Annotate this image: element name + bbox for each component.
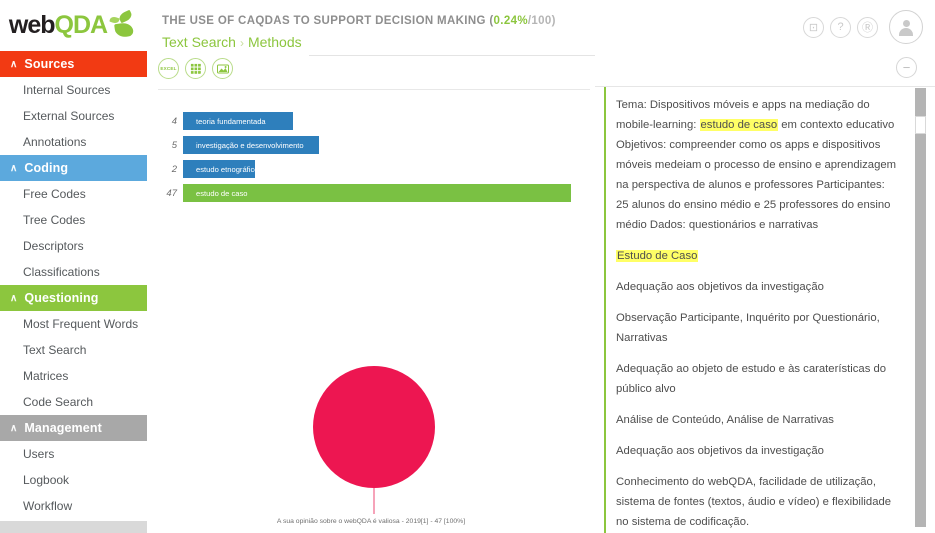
breadcrumb-item-methods[interactable]: Methods — [248, 34, 302, 50]
opinion-bubble-chart: A sua opinião sobre o webQDA é valiosa -… — [147, 246, 590, 533]
highlighted-term: estudo de caso — [699, 119, 779, 131]
paragraph-text-post: em contexto educativo Objetivos: compree… — [616, 119, 897, 231]
sidebar-item-most-frequent-words[interactable]: Most Frequent Words — [0, 311, 147, 337]
sidebar-footer-bar — [0, 521, 147, 533]
sidebar-section-management[interactable]: ∧ Management — [0, 415, 147, 441]
info-person-icon[interactable]: Ⓡ — [857, 16, 878, 38]
page-title-text: THE USE OF CAQDAS TO SUPPORT DECISION MA… — [162, 15, 494, 27]
sidebar-section-label: Coding — [24, 161, 69, 175]
sidebar-section-coding[interactable]: ∧ Coding — [0, 155, 147, 181]
sidebar-navigation: ∧ Sources Internal Sources External Sour… — [0, 51, 147, 533]
sidebar-item-matrices[interactable]: Matrices — [0, 363, 147, 389]
sidebar-section-label: Management — [24, 421, 102, 435]
chevron-up-icon: ∧ — [10, 162, 18, 174]
chart-toolbar: EXCEL — [158, 58, 233, 79]
panel-paragraph: Conhecimento do webQDA, facilidade de ut… — [616, 476, 892, 528]
bar-row[interactable]: 4 teoria fundamentada — [147, 112, 590, 130]
sidebar-item-descriptors[interactable]: Descriptors — [0, 233, 147, 259]
sidebar-item-users[interactable]: Users — [0, 441, 147, 467]
header-icon-group: ⊡ ? Ⓡ — [803, 10, 923, 44]
bubble-point[interactable] — [313, 366, 435, 488]
sidebar-item-classifications[interactable]: Classifications — [0, 259, 147, 285]
methods-bar-chart: 4 teoria fundamentada 5 investigação e d… — [147, 112, 590, 208]
sidebar-item-tree-codes[interactable]: Tree Codes — [0, 207, 147, 233]
sidebar-item-text-search[interactable]: Text Search — [0, 337, 147, 363]
sidebar-item-internal-sources[interactable]: Internal Sources — [0, 77, 147, 103]
panel-paragraph: Análise de Conteúdo, Análise de Narrativ… — [616, 414, 834, 426]
bar-row[interactable]: 47 estudo de caso — [147, 184, 590, 202]
progress-total: /100) — [527, 15, 556, 27]
sidebar-section-sources[interactable]: ∧ Sources — [0, 51, 147, 77]
user-avatar[interactable] — [889, 10, 923, 44]
scrollbar-thumb[interactable] — [915, 116, 926, 134]
sidebar-section-label: Sources — [24, 57, 75, 71]
app-logo[interactable]: webQDA — [0, 0, 147, 51]
application-window: webQDA THE USE OF CAQDAS TO SUPPORT DECI… — [0, 0, 935, 533]
leaf-icon — [108, 9, 138, 40]
bar[interactable]: estudo etnográfico — [183, 160, 259, 178]
table-view-button[interactable] — [185, 58, 206, 79]
panel-scrollbar[interactable] — [915, 88, 926, 527]
help-icon[interactable]: ? — [830, 16, 851, 38]
bar[interactable]: teoria fundamentada — [183, 112, 293, 130]
sidebar-item-external-sources[interactable]: External Sources — [0, 103, 147, 129]
export-excel-button[interactable]: EXCEL — [158, 58, 179, 79]
minimize-panel-button[interactable]: − — [896, 57, 917, 78]
bar-value: 5 — [171, 139, 177, 151]
page-title: THE USE OF CAQDAS TO SUPPORT DECISION MA… — [162, 15, 556, 27]
export-image-button[interactable] — [212, 58, 233, 79]
highlighted-term: Estudo de Caso — [616, 250, 699, 262]
grid-icon — [190, 63, 201, 74]
logo-wordmark: webQDA — [8, 11, 109, 39]
bar-value: 4 — [171, 115, 177, 127]
avatar-person-icon — [897, 18, 915, 36]
breadcrumb: Text Search › Methods — [162, 34, 302, 50]
sidebar-item-code-search[interactable]: Code Search — [0, 389, 147, 415]
bar-label: estudo de caso — [196, 188, 248, 198]
bar-row[interactable]: 2 estudo etnográfico — [147, 160, 590, 178]
panel-paragraph: Adequação ao objeto de estudo e às carat… — [616, 363, 887, 395]
toolbar-divider — [158, 89, 590, 90]
source-detail-panel: − Tema: Dispositivos móveis e apps na me… — [595, 51, 935, 533]
bubble-stem — [373, 488, 375, 514]
bar-label: investigação e desenvolvimento — [196, 140, 304, 150]
top-header: THE USE OF CAQDAS TO SUPPORT DECISION MA… — [147, 0, 935, 56]
progress-percent: 0.24% — [493, 15, 528, 27]
panel-paragraph: Estudo de Caso — [616, 246, 898, 266]
bar[interactable]: investigação e desenvolvimento — [183, 136, 319, 154]
panel-content: Tema: Dispositivos móveis e apps na medi… — [604, 87, 908, 533]
bar-row[interactable]: 5 investigação e desenvolvimento — [147, 136, 590, 154]
bar[interactable]: estudo de caso — [183, 184, 571, 202]
chevron-up-icon: ∧ — [10, 292, 18, 304]
chevron-up-icon: ∧ — [10, 422, 18, 434]
sidebar-item-logbook[interactable]: Logbook — [0, 467, 147, 493]
sidebar-item-free-codes[interactable]: Free Codes — [0, 181, 147, 207]
breadcrumb-item-text-search[interactable]: Text Search — [162, 34, 236, 50]
bar-label: teoria fundamentada — [196, 116, 266, 126]
sidebar-section-label: Questioning — [24, 291, 99, 305]
image-export-icon — [216, 64, 229, 73]
panel-paragraph: Observação Participante, Inquérito por Q… — [616, 312, 880, 344]
logo-web-text: web — [8, 11, 56, 39]
logo-qda-text: QDA — [54, 11, 109, 39]
media-library-icon[interactable]: ⊡ — [803, 16, 824, 38]
chevron-up-icon: ∧ — [10, 58, 18, 70]
chart-workspace: EXCEL 4 teoria fundamentada 5 investigaç… — [147, 56, 595, 533]
panel-header: − — [595, 51, 935, 87]
bar-value: 2 — [171, 163, 177, 175]
breadcrumb-separator-icon: › — [239, 36, 244, 50]
bubble-caption: A sua opinião sobre o webQDA é valiosa -… — [276, 518, 466, 525]
sidebar-item-annotations[interactable]: Annotations — [0, 129, 147, 155]
panel-paragraph: Adequação aos objetivos da investigação — [616, 445, 824, 457]
bar-label: estudo etnográfico — [196, 164, 259, 174]
bar-value: 47 — [166, 187, 177, 199]
panel-paragraph: Tema: Dispositivos móveis e apps na medi… — [616, 95, 898, 235]
panel-paragraph: Adequação aos objetivos da investigação — [616, 281, 824, 293]
sidebar-item-workflow[interactable]: Workflow — [0, 493, 147, 519]
sidebar-section-questioning[interactable]: ∧ Questioning — [0, 285, 147, 311]
